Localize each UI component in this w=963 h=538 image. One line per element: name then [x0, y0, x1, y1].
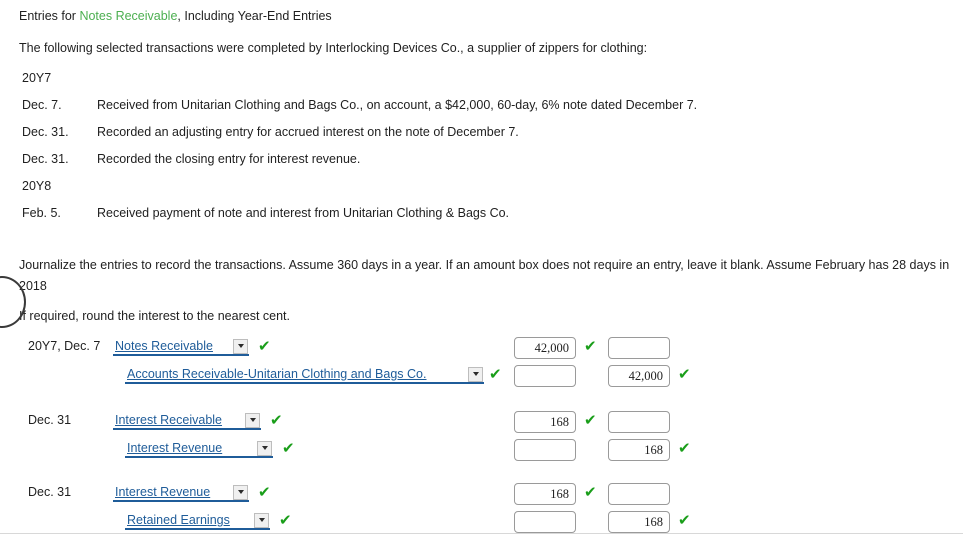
debit-input-2-0[interactable]: 168 [514, 483, 576, 505]
credit-check-0-1: ✔ [678, 365, 691, 383]
transaction-date-2: Dec. 31. [22, 152, 69, 166]
account-select-2-1[interactable]: Retained Earnings [125, 512, 270, 530]
transaction-desc-1: Recorded an adjusting entry for accrued … [97, 125, 519, 139]
account-check-2-1: ✔ [279, 511, 292, 529]
debit-input-1-1[interactable] [514, 439, 576, 461]
page-title-suffix: , Including Year-End Entries [177, 9, 332, 23]
account-check-0-0: ✔ [258, 337, 271, 355]
credit-input-0-1[interactable]: 42,000 [608, 365, 670, 387]
debit-input-0-1[interactable] [514, 365, 576, 387]
credit-input-1-0[interactable] [608, 411, 670, 433]
transaction-desc-2: Recorded the closing entry for interest … [97, 152, 361, 166]
page-title-prefix: Entries for [19, 9, 80, 23]
exercise-page: Entries for Notes Receivable, Including … [0, 0, 963, 538]
instructions-paragraph: Journalize the entries to record the tra… [19, 258, 950, 293]
transaction-date-0: Dec. 7. [22, 98, 62, 112]
account-select-0-1-value: Accounts Receivable-Unitarian Clothing a… [127, 367, 427, 381]
transaction-year-20y8: 20Y8 [22, 179, 52, 193]
journal-date-2: Dec. 31 [28, 485, 72, 499]
bottom-divider [0, 533, 963, 534]
transaction-desc-3: Received payment of note and interest fr… [97, 206, 510, 220]
chevron-down-icon[interactable] [233, 338, 248, 354]
account-select-1-0-value: Interest Receivable [115, 413, 223, 427]
account-check-1-0: ✔ [270, 411, 283, 429]
account-select-0-0[interactable]: Notes Receivable [113, 338, 249, 356]
account-select-2-1-value: Retained Earnings [127, 513, 230, 527]
account-check-2-0: ✔ [258, 483, 271, 501]
credit-check-2-1: ✔ [678, 511, 691, 529]
rounding-note: If required, round the interest to the n… [19, 309, 290, 323]
transaction-desc-0: Received from Unitarian Clothing and Bag… [97, 98, 698, 112]
debit-input-0-0[interactable]: 42,000 [514, 337, 576, 359]
intro-paragraph: The following selected transactions were… [19, 41, 648, 55]
account-check-0-1: ✔ [489, 365, 502, 383]
chevron-down-icon[interactable] [257, 440, 272, 456]
credit-input-1-1[interactable]: 168 [608, 439, 670, 461]
chevron-down-icon[interactable] [245, 412, 260, 428]
credit-input-2-0[interactable] [608, 483, 670, 505]
journal-date-0: 20Y7, Dec. 7 [28, 339, 101, 353]
account-check-1-1: ✔ [282, 439, 295, 457]
chevron-down-icon[interactable] [468, 366, 483, 382]
page-title: Entries for Notes Receivable, Including … [19, 9, 332, 23]
page-title-highlight: Notes Receivable [79, 9, 178, 23]
credit-check-1-1: ✔ [678, 439, 691, 457]
transaction-year-20y7: 20Y7 [22, 71, 52, 85]
debit-check-1-0: ✔ [584, 411, 597, 429]
journal-date-1: Dec. 31 [28, 413, 72, 427]
credit-input-0-0[interactable] [608, 337, 670, 359]
transaction-date-3: Feb. 5. [22, 206, 61, 220]
account-select-1-1[interactable]: Interest Revenue [125, 440, 273, 458]
account-select-0-1[interactable]: Accounts Receivable-Unitarian Clothing a… [125, 366, 484, 384]
chevron-down-icon[interactable] [254, 512, 269, 528]
debit-input-1-0[interactable]: 168 [514, 411, 576, 433]
account-select-2-0[interactable]: Interest Revenue [113, 484, 249, 502]
credit-input-2-1[interactable]: 168 [608, 511, 670, 533]
account-select-0-0-value: Notes Receivable [115, 339, 213, 353]
chevron-down-icon[interactable] [233, 484, 248, 500]
account-select-2-0-value: Interest Revenue [115, 485, 211, 499]
account-select-1-0[interactable]: Interest Receivable [113, 412, 261, 430]
debit-check-2-0: ✔ [584, 483, 597, 501]
debit-check-0-0: ✔ [584, 337, 597, 355]
transaction-date-1: Dec. 31. [22, 125, 69, 139]
debit-input-2-1[interactable] [514, 511, 576, 533]
account-select-1-1-value: Interest Revenue [127, 441, 223, 455]
